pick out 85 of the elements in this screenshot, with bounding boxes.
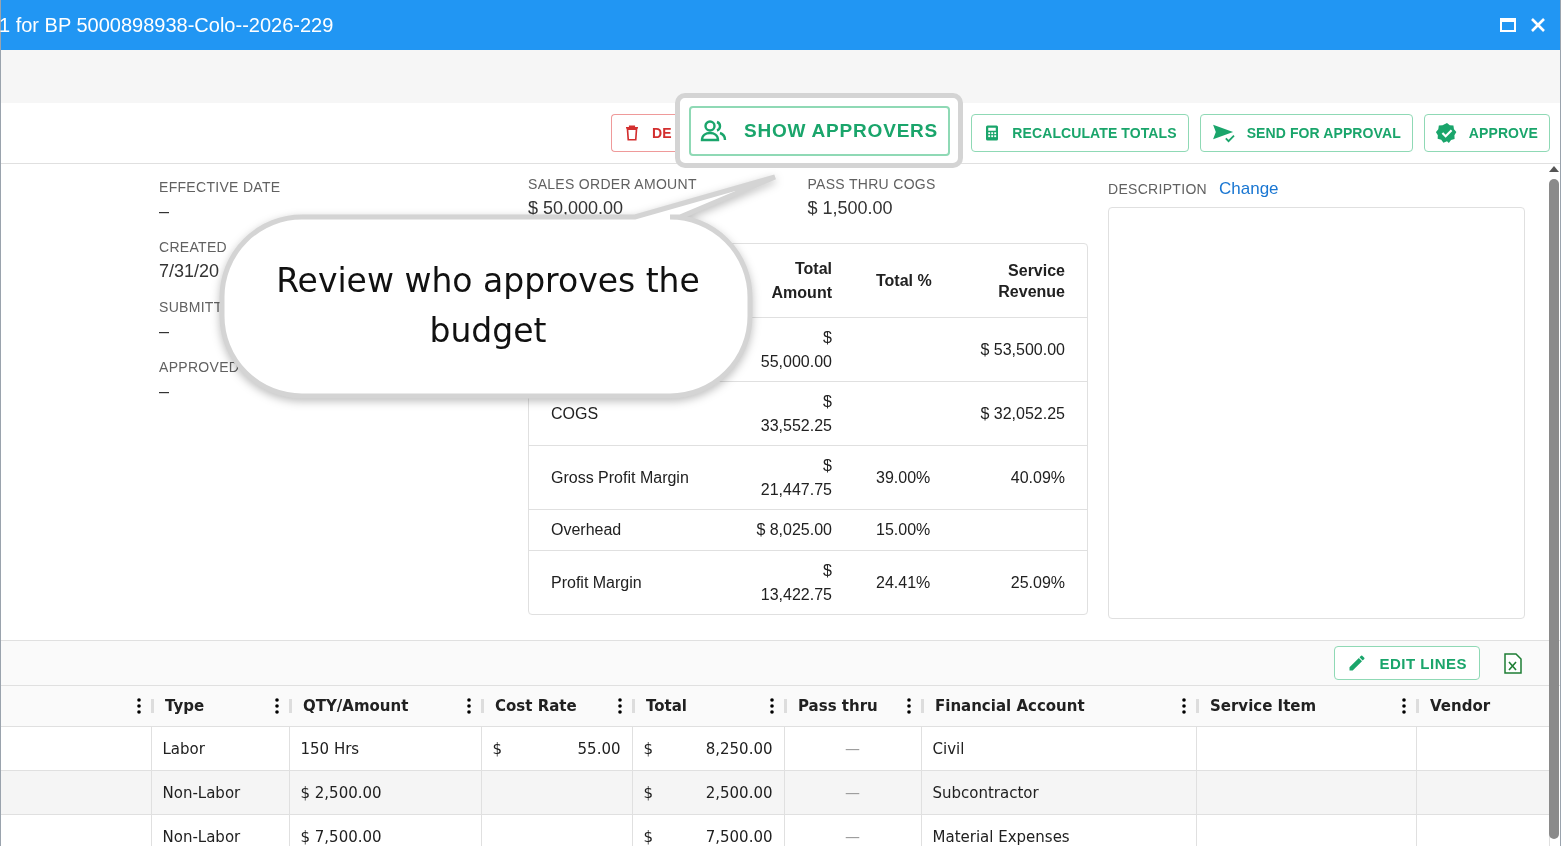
description-field[interactable] bbox=[1108, 207, 1525, 619]
field-label: DESCRIPTION bbox=[1108, 181, 1207, 197]
field-value: $ 1,500.00 bbox=[807, 198, 894, 219]
table-cell: 39.00% bbox=[876, 468, 931, 486]
table-cell: 8,250.00 bbox=[705, 739, 773, 758]
row-label: Gross Profit Margin bbox=[551, 468, 689, 486]
table-cell: $ 7,500.00 bbox=[300, 827, 382, 846]
row-label: Overhead bbox=[551, 521, 622, 538]
table-cell: 7,500.00 bbox=[705, 827, 773, 846]
table-cell: 2,500.00 bbox=[705, 783, 773, 802]
column-header: Financial Account bbox=[934, 697, 1086, 715]
field-label: CREATED bbox=[159, 239, 227, 255]
change-link[interactable]: Change bbox=[1219, 179, 1279, 199]
table-cell: 150 Hrs bbox=[300, 739, 360, 758]
column-header: Type bbox=[164, 697, 206, 715]
field-value: – bbox=[159, 381, 170, 402]
people-icon bbox=[699, 118, 728, 143]
window-title: 1 for BP 5000898938-Colo--2026-229 bbox=[0, 13, 335, 37]
row-label: COGS bbox=[551, 404, 599, 422]
column-header: Total bbox=[645, 697, 688, 715]
table-cell: $ bbox=[643, 739, 654, 758]
column-header: Vendor bbox=[1429, 697, 1492, 715]
table-cell: $ 33,552.25 bbox=[760, 392, 832, 434]
table-cell: Non-Labor bbox=[162, 783, 241, 802]
column-menu-icon[interactable] bbox=[907, 698, 911, 714]
column-menu-icon[interactable] bbox=[137, 698, 141, 714]
verified-badge-icon bbox=[1435, 122, 1458, 144]
field-value: 7/31/20 bbox=[159, 261, 221, 282]
show-approvers-button[interactable]: SHOW APPROVERS bbox=[688, 105, 950, 156]
field-value: – bbox=[159, 321, 170, 342]
table-cell: $ bbox=[643, 783, 654, 802]
table-cell: Labor bbox=[162, 739, 205, 758]
table-cell: 25.09% bbox=[1010, 573, 1065, 591]
delete-button[interactable]: DE bbox=[611, 114, 675, 152]
approve-button[interactable]: APPROVE bbox=[1423, 114, 1550, 152]
table-cell: $ 55,000.00 bbox=[760, 328, 832, 370]
field-value: – bbox=[159, 201, 170, 222]
send-icon bbox=[1211, 123, 1236, 143]
recalculate-button[interactable]: RECALCULATE TOTALS bbox=[971, 114, 1189, 152]
table-cell: 55.00 bbox=[577, 739, 621, 758]
table-cell-text: — bbox=[844, 783, 861, 802]
column-header: Pass thru bbox=[797, 697, 879, 715]
table-cell: $ 13,422.75 bbox=[760, 561, 832, 603]
table-cell: $ bbox=[492, 739, 503, 758]
column-menu-icon[interactable] bbox=[618, 698, 622, 714]
field-label: EFFECTIVE DATE bbox=[159, 179, 281, 195]
column-header: Cost Rate bbox=[494, 697, 578, 715]
column-header: Service Revenue bbox=[998, 261, 1065, 300]
maximize-button[interactable] bbox=[1500, 18, 1516, 32]
trash-icon bbox=[623, 123, 641, 143]
send-button[interactable]: SEND FOR APPROVAL bbox=[1199, 114, 1413, 152]
table-cell: Civil bbox=[932, 739, 965, 758]
column-menu-icon[interactable] bbox=[467, 698, 471, 714]
callout-text: Review who approves the budget bbox=[275, 260, 701, 352]
table-cell: $ 8,025.00 bbox=[756, 521, 832, 538]
table-cell: $ bbox=[643, 827, 654, 846]
field-label: PASS THRU COGS bbox=[807, 176, 937, 192]
column-menu-icon[interactable] bbox=[1182, 698, 1186, 714]
table-cell: $ 21,447.75 bbox=[760, 456, 832, 498]
field-label: APPROVED bbox=[159, 359, 240, 375]
table-cell-text: — bbox=[844, 827, 861, 846]
edit-lines-button[interactable]: EDIT LINES bbox=[1334, 646, 1480, 680]
column-menu-icon[interactable] bbox=[1402, 698, 1406, 714]
table-cell: 40.09% bbox=[1010, 468, 1065, 486]
column-header: Total Amount bbox=[771, 259, 832, 301]
row-label: Profit Margin bbox=[551, 573, 642, 591]
table-cell: $ 2,500.00 bbox=[300, 783, 382, 802]
field-value: $ 50,000.00 bbox=[528, 198, 625, 219]
column-header: Service Item bbox=[1209, 697, 1318, 715]
table-cell: 24.41% bbox=[876, 573, 931, 591]
excel-export-icon[interactable] bbox=[1504, 652, 1522, 674]
table-cell: Subcontractor bbox=[932, 783, 1039, 802]
column-menu-icon[interactable] bbox=[770, 698, 774, 714]
column-menu-icon[interactable] bbox=[275, 698, 279, 714]
field-label: SUBMITT bbox=[159, 299, 223, 315]
column-header: QTY/Amount bbox=[302, 697, 410, 715]
table-cell: Material Expenses bbox=[932, 827, 1070, 846]
field-label: SALES ORDER AMOUNT bbox=[528, 176, 698, 192]
close-button[interactable] bbox=[1530, 17, 1546, 33]
table-cell: $ 53,500.00 bbox=[980, 340, 1065, 358]
table-cell-text: — bbox=[844, 739, 861, 758]
table-cell: Non-Labor bbox=[162, 827, 241, 846]
table-cell: 15.00% bbox=[876, 521, 931, 538]
column-header: Total % bbox=[876, 272, 932, 289]
table-cell: $ 32,052.25 bbox=[980, 404, 1065, 422]
